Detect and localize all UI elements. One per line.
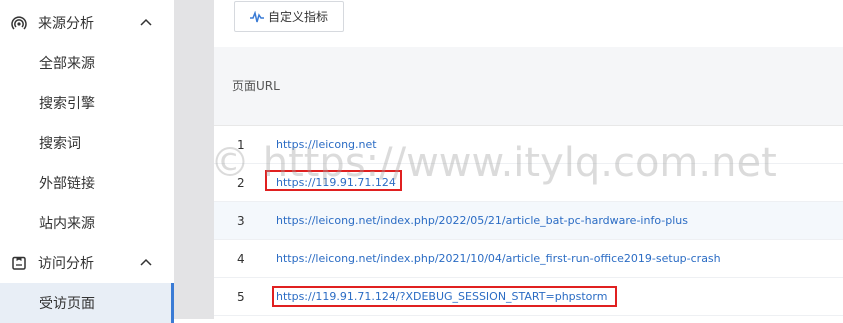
row-index: 5 — [237, 290, 245, 304]
chevron-up-icon[interactable] — [138, 15, 154, 31]
table-row: 1 https://leicong.net — [214, 126, 843, 164]
sidebar-group-visit-analysis[interactable]: 访问分析 — [0, 243, 174, 283]
chevron-up-icon[interactable] — [138, 255, 154, 271]
sidebar-item-all-sources[interactable]: 全部来源 — [0, 43, 174, 83]
highlight-box — [265, 170, 402, 191]
row-index: 2 — [237, 176, 245, 190]
row-index: 1 — [237, 138, 245, 152]
sidebar-item-label: 搜索引擎 — [39, 96, 95, 112]
sidebar-item-external-links[interactable]: 外部链接 — [0, 163, 174, 203]
visit-analysis-icon — [11, 255, 27, 271]
pulse-icon — [249, 10, 264, 22]
sidebar-item-label: 站内来源 — [39, 216, 95, 232]
panel-gutter — [174, 0, 214, 319]
main-panel: 自定义指标 页面URL 1 https://leicong.net 2 http… — [214, 0, 843, 319]
sidebar-item-search-engines[interactable]: 搜索引擎 — [0, 83, 174, 123]
sidebar-group-label: 访问分析 — [38, 256, 94, 272]
sidebar-group-label: 来源分析 — [38, 16, 94, 32]
sidebar-item-label: 外部链接 — [39, 176, 95, 192]
column-header-page-url: 页面URL — [232, 79, 280, 93]
custom-metric-button[interactable]: 自定义指标 — [234, 1, 344, 32]
custom-metric-label: 自定义指标 — [267, 10, 328, 24]
table-row: 3 https://leicong.net/index.php/2022/05/… — [214, 202, 843, 240]
sidebar-item-label: 搜索词 — [39, 136, 81, 152]
page-url-link[interactable]: https://leicong.net — [276, 138, 377, 151]
highlight-box — [272, 286, 617, 307]
sidebar-item-search-terms[interactable]: 搜索词 — [0, 123, 174, 163]
sidebar-item-internal-sources[interactable]: 站内来源 — [0, 203, 174, 243]
table-row: 4 https://leicong.net/index.php/2021/10/… — [214, 240, 843, 278]
row-index: 3 — [237, 214, 245, 228]
sidebar: 来源分析 全部来源 搜索引擎 搜索词 外部链接 站内来源 访问分析 受访页面 — [0, 0, 174, 323]
sidebar-item-label: 受访页面 — [39, 296, 95, 312]
sidebar-item-label: 全部来源 — [39, 56, 95, 72]
sidebar-item-visited-pages[interactable]: 受访页面 — [0, 283, 174, 323]
sidebar-group-source-analysis[interactable]: 来源分析 — [0, 3, 174, 43]
page-url-link[interactable]: https://leicong.net/index.php/2021/10/04… — [276, 252, 721, 265]
table-header: 页面URL — [214, 47, 843, 126]
page-url-link[interactable]: https://leicong.net/index.php/2022/05/21… — [276, 214, 688, 227]
broadcast-icon — [11, 15, 27, 31]
row-index: 4 — [237, 252, 245, 266]
